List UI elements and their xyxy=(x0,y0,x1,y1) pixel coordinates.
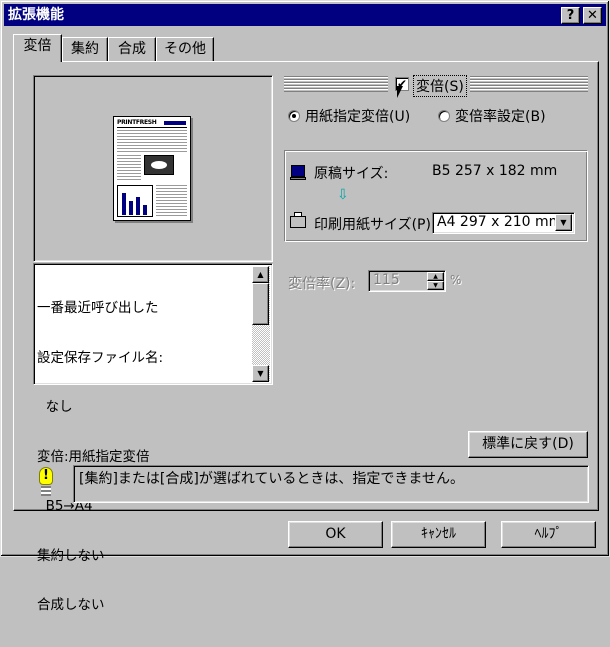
help-title-button[interactable]: ? xyxy=(561,7,580,24)
header-rule-left xyxy=(284,76,388,92)
ratio-up-arrow-icon[interactable]: ▲ xyxy=(427,272,444,281)
dialog-window: 拡張機能 ? ✕ 変倍 集約 合成 その他 PRINTFRESH 一番最近呼び出… xyxy=(0,0,610,613)
thumbnail-rule xyxy=(117,127,187,128)
printer-icon xyxy=(290,212,306,228)
tab-panel: PRINTFRESH 一番最近呼び出した 設定保存ファイル名: なし 変倍:用紙… xyxy=(13,61,599,613)
title-bar[interactable]: 拡張機能 ? ✕ xyxy=(4,4,606,26)
dropdown-arrow-icon[interactable]: ▼ xyxy=(555,214,572,231)
thumbnail-photo xyxy=(144,155,174,175)
thumbnail-text-2 xyxy=(156,185,187,217)
page-thumbnail: PRINTFRESH xyxy=(113,116,191,221)
tab-overlay[interactable]: 合成 xyxy=(108,37,156,61)
cancel-button[interactable]: ｷｬﾝｾﾙ xyxy=(391,521,486,548)
header-rule-right xyxy=(470,76,588,92)
tab-scaling[interactable]: 変倍 xyxy=(13,34,62,62)
thumbnail-text xyxy=(117,130,187,154)
help-button[interactable]: ﾍﾙﾌﾟ xyxy=(501,521,596,548)
ratio-unit: % xyxy=(450,273,462,287)
ratio-value: 115 xyxy=(373,272,400,288)
info-line: なし xyxy=(37,399,73,415)
size-group: 原稿サイズ: B5 257 x 182 mm ⇩ 印刷用紙サイズ(P): A4 … xyxy=(284,150,588,242)
tab-nup[interactable]: 集約 xyxy=(62,37,108,61)
scaling-checkbox-label[interactable]: 変倍(S) xyxy=(413,75,467,97)
tab-other[interactable]: その他 xyxy=(156,37,214,61)
hint-box: [集約]または[合成]が選ばれているときは、指定できません。 xyxy=(73,465,589,503)
original-size-label: 原稿サイズ: xyxy=(314,166,389,182)
info-scrollbar[interactable]: ▲ ▼ xyxy=(252,266,270,382)
preview-pane: PRINTFRESH xyxy=(33,75,273,262)
info-line: 合成しない xyxy=(37,597,105,613)
output-size-select[interactable]: A4 297 x 210 mm ▼ xyxy=(432,212,575,234)
ratio-spinbox[interactable]: 115 ▲ ▼ xyxy=(368,270,446,292)
ok-button[interactable]: OK xyxy=(288,521,383,548)
info-line: 集約しない xyxy=(37,547,105,564)
thumbnail-logo xyxy=(164,121,186,125)
monitor-icon xyxy=(290,165,306,180)
close-button[interactable]: ✕ xyxy=(583,7,602,24)
scroll-up-arrow-icon[interactable]: ▲ xyxy=(252,266,269,283)
window-title: 拡張機能 xyxy=(8,7,64,23)
ratio-label: 変倍率(Z): xyxy=(288,276,356,292)
info-line: 設定保存ファイル名: xyxy=(37,349,164,366)
radio-ratio-scaling-label[interactable]: 変倍率設定(B) xyxy=(455,106,546,126)
info-line: 変倍:用紙指定変倍 xyxy=(37,448,150,465)
reset-defaults-button[interactable]: 標準に戻す(D) xyxy=(468,431,588,458)
thumbnail-title: PRINTFRESH xyxy=(117,119,157,126)
arrow-down-icon: ⇩ xyxy=(337,187,349,203)
original-size-value: B5 257 x 182 mm xyxy=(432,163,558,179)
ratio-down-arrow-icon[interactable]: ▼ xyxy=(427,281,444,290)
radio-paper-scaling-label[interactable]: 用紙指定変倍(U) xyxy=(305,106,410,126)
mouse-cursor-icon xyxy=(397,86,403,98)
output-size-value: A4 297 x 210 mm xyxy=(437,214,563,230)
thumbnail-chart xyxy=(117,185,153,217)
info-line: 一番最近呼び出した xyxy=(37,300,159,316)
scroll-thumb[interactable] xyxy=(252,283,269,325)
radio-ratio-scaling[interactable] xyxy=(438,110,450,122)
radio-paper-scaling[interactable] xyxy=(288,110,300,122)
scroll-down-arrow-icon[interactable]: ▼ xyxy=(252,365,269,382)
output-size-label: 印刷用紙サイズ(P): xyxy=(314,217,436,233)
settings-info-list[interactable]: 一番最近呼び出した 設定保存ファイル名: なし 変倍:用紙指定変倍 B5→A4 … xyxy=(33,263,273,613)
hint-lightbulb-icon: ! xyxy=(37,467,55,499)
info-list-content: 一番最近呼び出した 設定保存ファイル名: なし 変倍:用紙指定変倍 B5→A4 … xyxy=(37,267,249,647)
hint-text: [集約]または[合成]が選ばれているときは、指定できません。 xyxy=(79,471,465,487)
thumbnail-column xyxy=(117,155,141,181)
